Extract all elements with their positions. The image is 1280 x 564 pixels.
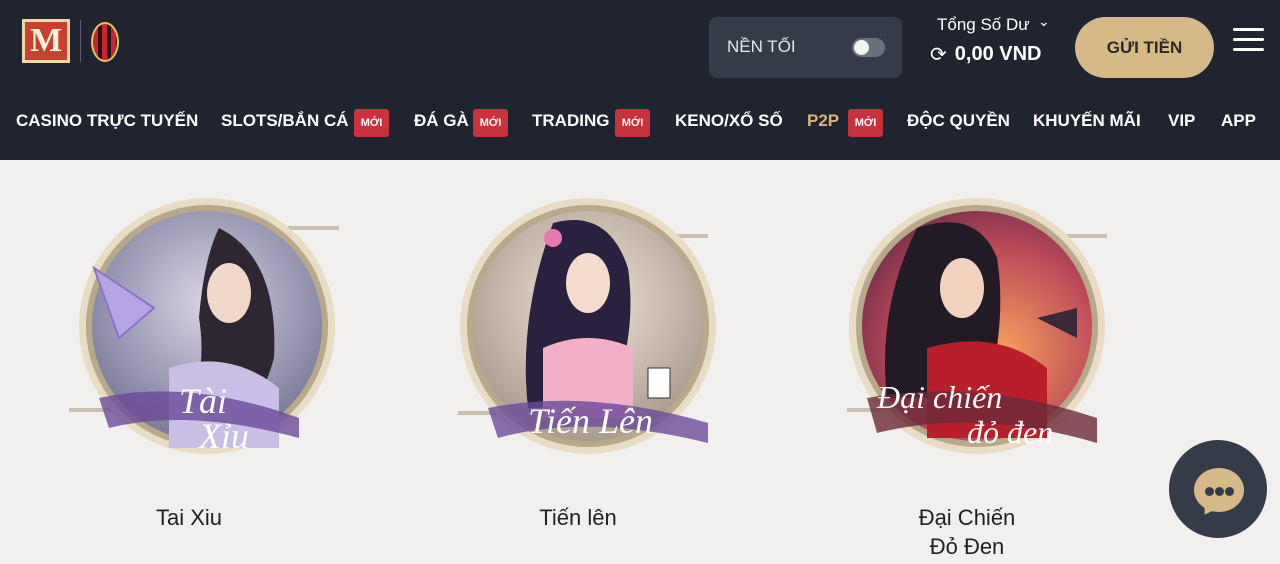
- art-title-line2: Xỉu: [197, 416, 249, 456]
- game-thumbnail[interactable]: Tài Xỉu: [69, 198, 339, 468]
- nav-item-casino[interactable]: CASINO TRỰC TUYẾN: [16, 111, 198, 131]
- game-list: Tài Xỉu Tai Xiu Tiến Lên Tiến lên Đại ch…: [0, 160, 1280, 564]
- nav-item-promotions[interactable]: KHUYẾN MÃI: [1033, 111, 1141, 131]
- dark-mode-switch[interactable]: [852, 38, 885, 57]
- game-thumbnail[interactable]: Tiến Lên: [458, 198, 728, 468]
- balance-display: ⟳ 0,00 VND: [930, 42, 1041, 67]
- game-card-tien-len[interactable]: Tiến Lên Tiến lên: [438, 160, 718, 564]
- menu-icon[interactable]: [1233, 27, 1264, 53]
- balance-value: 0,00 VND: [954, 43, 1042, 65]
- game-title[interactable]: Tai Xiu: [49, 503, 329, 532]
- club-crest-icon: [91, 22, 119, 62]
- chat-dot: [1215, 487, 1224, 496]
- game-thumbnail[interactable]: Đại chiến đỏ đen: [847, 198, 1117, 468]
- header-bar: M NỀN TỐI Tổng Số Dư ⌄ ⟳ 0,00 VND GỬI TI…: [0, 0, 1280, 160]
- nav-item-app[interactable]: APP: [1221, 111, 1256, 131]
- nav-item-p2p[interactable]: P2P: [807, 111, 839, 131]
- art-title-line1: Đại chiến: [876, 379, 1002, 415]
- dark-mode-label: NỀN TỐI: [727, 37, 796, 56]
- game-title-line2[interactable]: Đỏ Đen: [827, 532, 1107, 561]
- dark-mode-toggle-box[interactable]: NỀN TỐI: [709, 17, 902, 78]
- chat-dot: [1205, 487, 1214, 496]
- art-title-line2: đỏ đen: [967, 414, 1053, 450]
- game-title-line1[interactable]: Đại Chiến: [827, 503, 1107, 532]
- chat-dot: [1225, 487, 1234, 496]
- art-title-line1: Tài: [179, 381, 227, 421]
- art-title: Tiến Lên: [528, 401, 653, 441]
- main-nav: CASINO TRỰC TUYẾN SLOTS/BẮN CÁ MỚI ĐÁ GÀ…: [0, 105, 1280, 141]
- game-card-tai-xiu[interactable]: Tài Xỉu Tai Xiu: [49, 160, 339, 564]
- balance-label[interactable]: Tổng Số Dư: [937, 15, 1030, 35]
- game-title[interactable]: Tiến lên: [438, 503, 718, 532]
- nav-item-cockfight[interactable]: ĐÁ GÀ: [414, 111, 469, 131]
- nav-item-vip[interactable]: VIP: [1168, 111, 1195, 131]
- nav-item-keno-lottery[interactable]: KENO/XỔ SỐ: [675, 111, 783, 131]
- chevron-down-icon[interactable]: ⌄: [1038, 13, 1050, 30]
- nav-item-slots[interactable]: SLOTS/BẮN CÁ: [221, 111, 349, 131]
- game-card-dai-chien-do-den[interactable]: Đại chiến đỏ đen Đại Chiến Đỏ Đen: [827, 160, 1107, 564]
- nav-item-trading[interactable]: TRADING: [532, 111, 609, 131]
- new-badge: MỚI: [615, 109, 650, 137]
- logo-divider: [80, 20, 81, 62]
- new-badge: MỚI: [473, 109, 508, 137]
- nav-item-exclusive[interactable]: ĐỘC QUYỀN: [907, 111, 1010, 131]
- new-badge: MỚI: [354, 109, 389, 137]
- chat-icon[interactable]: [1169, 440, 1267, 538]
- refresh-icon[interactable]: ⟳: [930, 42, 947, 67]
- new-badge: MỚI: [848, 109, 883, 137]
- brand-logo[interactable]: M: [22, 19, 70, 63]
- deposit-button[interactable]: GỬI TIỀN: [1075, 17, 1214, 78]
